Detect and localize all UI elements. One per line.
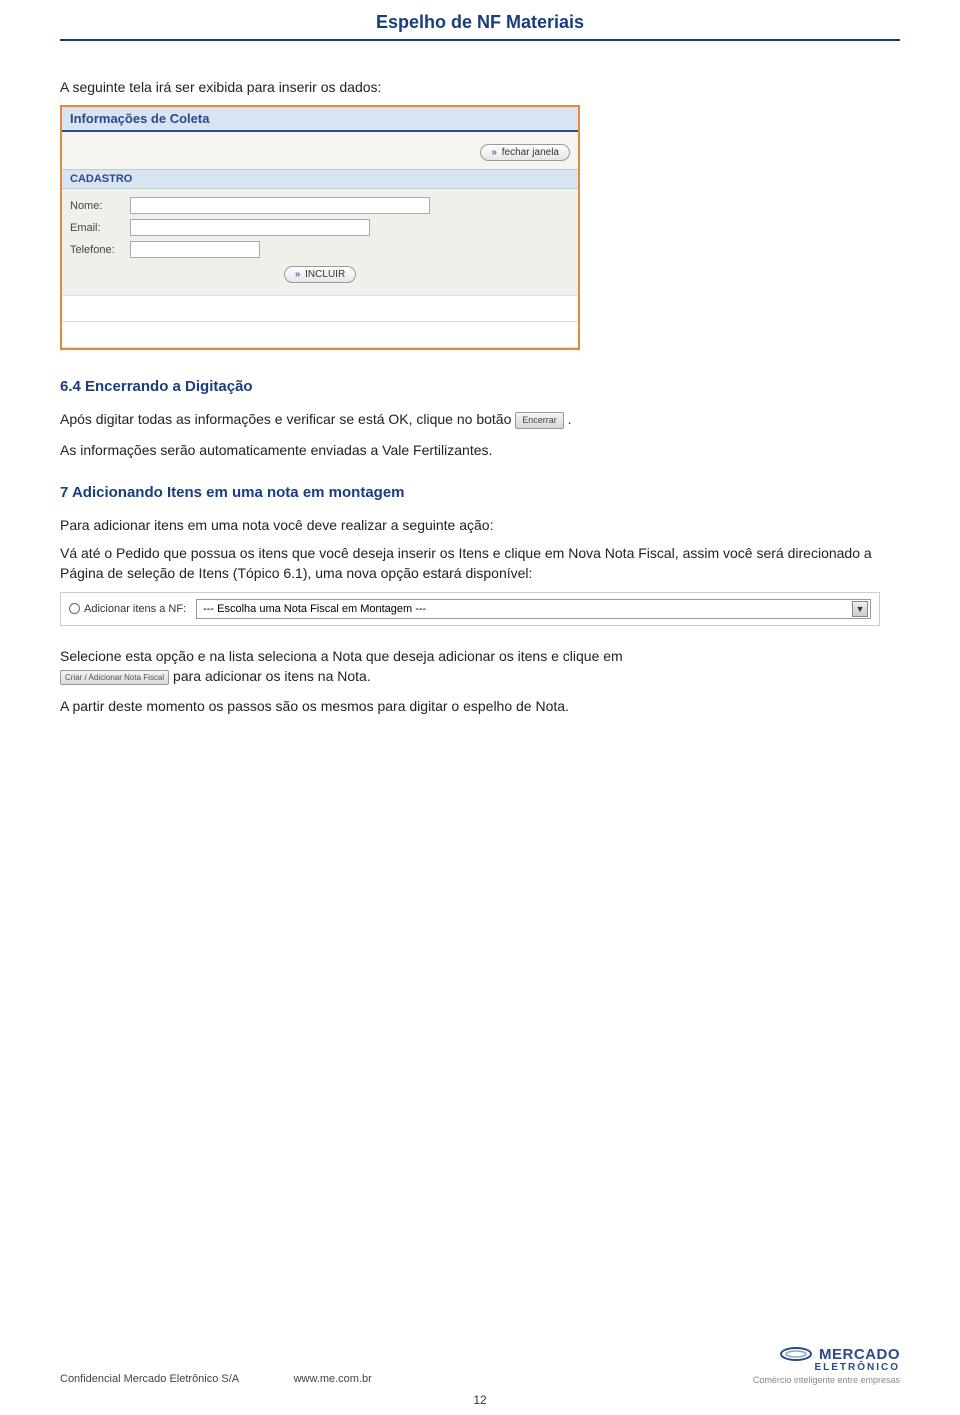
- logo-text: MERCADO: [819, 1346, 900, 1363]
- incluir-button[interactable]: » INCLUIR: [284, 266, 356, 283]
- page-title: Espelho de NF Materiais: [60, 0, 900, 39]
- section-64-heading: 6.4 Encerrando a Digitação: [60, 378, 900, 395]
- footer: Confidencial Mercado Eletrônico S/A www.…: [60, 1344, 900, 1385]
- nome-input[interactable]: [130, 197, 430, 214]
- fechar-label: fechar janela: [502, 147, 559, 158]
- p1-after: .: [568, 411, 572, 427]
- section-64-p2: As informações serão automaticamente env…: [60, 440, 900, 460]
- mercado-logo: MERCADO ELETRÔNICO Comércio inteligente …: [753, 1344, 900, 1385]
- label-telefone: Telefone:: [70, 244, 130, 256]
- p3-after: para adicionar os itens na Nota.: [173, 668, 371, 684]
- p1-before: Após digitar todas as informações e veri…: [60, 411, 515, 427]
- select-text: --- Escolha uma Nota Fiscal em Montagem …: [203, 603, 426, 615]
- adicionar-itens-row: Adicionar itens a NF: --- Escolha uma No…: [60, 592, 880, 626]
- footer-url: www.me.com.br: [294, 1373, 372, 1385]
- incluir-label: INCLUIR: [305, 269, 345, 280]
- label-email: Email:: [70, 222, 130, 234]
- radio-label: Adicionar itens a NF:: [84, 603, 186, 615]
- chevron-icon: »: [295, 269, 301, 280]
- logo-tagline: Comércio inteligente entre empresas: [753, 1375, 900, 1385]
- section-7-heading: 7 Adicionando Itens em uma nota em monta…: [60, 484, 900, 501]
- footer-confidential: Confidencial Mercado Eletrônico S/A: [60, 1373, 239, 1385]
- chevron-down-icon: ▼: [852, 601, 868, 617]
- section-64-p1: Após digitar todas as informações e veri…: [60, 409, 900, 429]
- coleta-screenshot: Informações de Coleta » fechar janela CA…: [60, 105, 580, 350]
- page-number: 12: [473, 1393, 486, 1407]
- section-7-p1: Para adicionar itens em uma nota você de…: [60, 515, 900, 535]
- intro-text: A seguinte tela irá ser exibida para ins…: [60, 77, 900, 97]
- telefone-input[interactable]: [130, 241, 260, 258]
- chevron-icon: »: [491, 147, 497, 158]
- criar-adicionar-button[interactable]: Criar / Adicionar Nota Fiscal: [60, 670, 169, 686]
- header-rule: [60, 39, 900, 41]
- radio-adicionar-itens[interactable]: [69, 603, 80, 614]
- nota-fiscal-select[interactable]: --- Escolha uma Nota Fiscal em Montagem …: [196, 599, 871, 619]
- label-nome: Nome:: [70, 200, 130, 212]
- fechar-janela-button[interactable]: » fechar janela: [480, 144, 570, 161]
- coleta-title: Informações de Coleta: [62, 107, 578, 132]
- section-7-p3: Selecione esta opção e na lista selecion…: [60, 646, 900, 687]
- p3-before: Selecione esta opção e na lista selecion…: [60, 648, 623, 664]
- email-input[interactable]: [130, 219, 370, 236]
- section-7-p2: Vá até o Pedido que possua os itens que …: [60, 543, 900, 584]
- encerrar-button[interactable]: Encerrar: [515, 412, 564, 429]
- section-7-p4: A partir deste momento os passos são os …: [60, 696, 900, 716]
- logo-swoosh-icon: [779, 1344, 813, 1364]
- cadastro-heading: CADASTRO: [62, 169, 578, 189]
- logo-subtext: ELETRÔNICO: [814, 1362, 900, 1373]
